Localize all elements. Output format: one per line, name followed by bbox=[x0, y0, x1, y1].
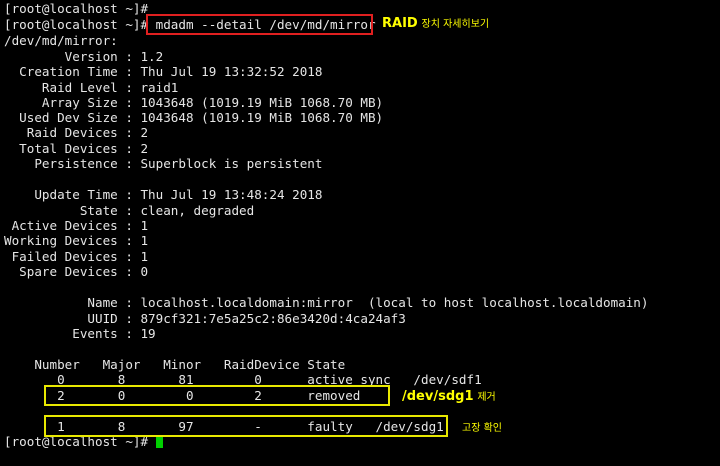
output-working-devices: Working Devices : 1 bbox=[4, 233, 149, 248]
output-raid-level: Raid Level : raid1 bbox=[4, 80, 179, 95]
output-version: Version : 1.2 bbox=[4, 49, 164, 64]
output-name: Name : localhost.localdomain:mirror (loc… bbox=[4, 295, 649, 310]
removed-highlight-box bbox=[44, 385, 390, 406]
output-persistence: Persistence : Superblock is persistent bbox=[4, 156, 323, 171]
output-uuid: UUID : 879cf321:7e5a25c2:86e3420d:4ca24a… bbox=[4, 311, 406, 326]
device-table-header: Number Major Minor RaidDevice State bbox=[4, 357, 346, 372]
output-active-devices: Active Devices : 1 bbox=[4, 218, 149, 233]
output-raid-devices: Raid Devices : 2 bbox=[4, 125, 149, 140]
terminal-window[interactable]: [root@localhost ~]# [root@localhost ~]# … bbox=[0, 0, 720, 466]
output-total-devices: Total Devices : 2 bbox=[4, 141, 149, 156]
output-events: Events : 19 bbox=[4, 326, 156, 341]
annotation-faulty-text: 고장 확인 bbox=[462, 423, 502, 434]
annotation-removed-bold: /dev/sdg1 bbox=[402, 389, 474, 404]
prompt-line: [root@localhost ~]# bbox=[4, 1, 149, 16]
output-update-time: Update Time : Thu Jul 19 13:48:24 2018 bbox=[4, 187, 323, 202]
annotation-faulty: 고장 확인 bbox=[462, 421, 502, 436]
output-device-path: /dev/md/mirror: bbox=[4, 33, 118, 48]
command-highlight-box bbox=[146, 14, 373, 35]
annotation-raid-detail: RAID 장치 자세히보기 bbox=[382, 16, 489, 32]
output-creation-time: Creation Time : Thu Jul 19 13:32:52 2018 bbox=[4, 64, 323, 79]
output-failed-devices: Failed Devices : 1 bbox=[4, 249, 149, 264]
faulty-highlight-box bbox=[44, 415, 448, 437]
annotation-removed-text: 제거 bbox=[477, 392, 496, 403]
output-array-size: Array Size : 1043648 (1019.19 MiB 1068.7… bbox=[4, 95, 384, 110]
annotation-raid-text: 장치 자세히보기 bbox=[421, 19, 490, 30]
annotation-removed: /dev/sdg1 제거 bbox=[402, 389, 496, 405]
output-spare-devices: Spare Devices : 0 bbox=[4, 264, 149, 279]
output-state: State : clean, degraded bbox=[4, 203, 255, 218]
annotation-raid-bold: RAID bbox=[382, 16, 418, 31]
output-used-dev-size: Used Dev Size : 1043648 (1019.19 MiB 106… bbox=[4, 110, 384, 125]
